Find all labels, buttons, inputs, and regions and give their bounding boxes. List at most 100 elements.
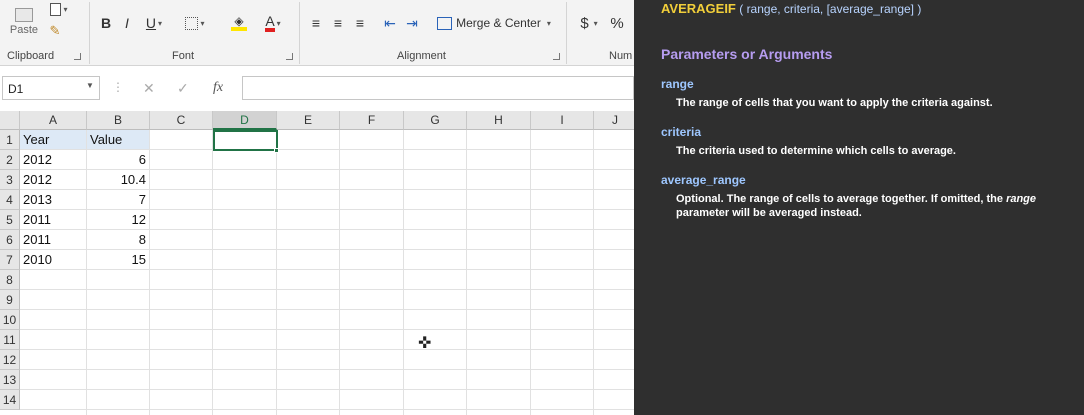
column-header-f[interactable]: F xyxy=(340,111,404,130)
row-header-2[interactable]: 2 xyxy=(0,150,20,170)
cell-b1[interactable]: Value xyxy=(87,130,149,149)
formula-input[interactable] xyxy=(242,76,634,100)
column-header-i[interactable]: I xyxy=(531,111,594,130)
column-header-a[interactable]: A xyxy=(20,111,87,130)
param-name-criteria: criteria xyxy=(661,125,702,139)
column-header-d[interactable]: D xyxy=(213,111,277,130)
align-right-button[interactable]: ≡ xyxy=(350,12,370,34)
row-header-3[interactable]: 3 xyxy=(0,170,20,190)
group-label-number: Num xyxy=(609,50,633,62)
row-header-10[interactable]: 10 xyxy=(0,310,20,330)
align-center-button[interactable]: ≡ xyxy=(328,12,348,34)
font-color-icon: A xyxy=(265,14,275,32)
row-header-14[interactable]: 14 xyxy=(0,390,20,410)
row-header-8[interactable]: 8 xyxy=(0,270,20,290)
column-header-b[interactable]: B xyxy=(87,111,150,130)
cell-b5[interactable]: 12 xyxy=(87,210,149,229)
column-header-h[interactable]: H xyxy=(467,111,531,130)
gridline xyxy=(593,130,594,415)
group-label-clipboard: Clipboard xyxy=(7,50,55,62)
row-header-4[interactable]: 4 xyxy=(0,190,20,210)
bold-button[interactable]: B xyxy=(97,12,115,34)
column-header-j[interactable]: J xyxy=(594,111,634,130)
align-left-button[interactable]: ≡ xyxy=(306,12,326,34)
gridline xyxy=(403,130,404,415)
selected-cell-d1[interactable] xyxy=(213,130,278,151)
row-header-13[interactable]: 13 xyxy=(0,370,20,390)
cell-b4[interactable]: 7 xyxy=(87,190,149,209)
copy-button[interactable]: ▾ xyxy=(44,0,74,18)
clipboard-launcher[interactable] xyxy=(74,53,81,60)
row-header-9[interactable]: 9 xyxy=(0,290,20,310)
decrease-indent-icon: ⇤ xyxy=(384,14,396,31)
align-center-icon: ≡ xyxy=(333,15,343,31)
group-label-alignment: Alignment xyxy=(397,50,446,62)
excel-window: Paste ▾ ✎ Clipboard B I U ▾ ▾ ◈ A ▾ Font ≡ xyxy=(0,0,634,415)
row-header-7[interactable]: 7 xyxy=(0,250,20,270)
align-left-icon: ≡ xyxy=(311,15,321,31)
cancel-icon[interactable]: ✕ xyxy=(143,80,155,97)
insert-function-icon[interactable]: fx xyxy=(213,80,223,96)
column-header-e[interactable]: E xyxy=(277,111,340,130)
cell-a7[interactable]: 2010 xyxy=(20,250,86,269)
font-launcher[interactable] xyxy=(286,53,293,60)
group-label-font: Font xyxy=(172,50,195,62)
row-header-11[interactable]: 11 xyxy=(0,330,20,350)
gridline xyxy=(20,389,634,390)
paste-button[interactable]: Paste xyxy=(6,0,42,44)
cell-a5[interactable]: 2011 xyxy=(20,210,86,229)
cell-b6[interactable]: 8 xyxy=(87,230,149,249)
font-color-button[interactable]: A ▾ xyxy=(256,12,290,34)
chevron-down-icon[interactable]: ▼ xyxy=(86,81,94,90)
function-arguments: ( range, criteria, [average_range] ) xyxy=(739,2,922,16)
cell-b3[interactable]: 10.4 xyxy=(87,170,149,189)
fill-color-button[interactable]: ◈ xyxy=(222,12,256,34)
divider xyxy=(89,2,90,64)
function-signature: AVERAGEIF ( range, criteria, [average_ra… xyxy=(661,1,921,16)
cell-a3[interactable]: 2012 xyxy=(20,170,86,189)
row-header-5[interactable]: 5 xyxy=(0,210,20,230)
row-header-12[interactable]: 12 xyxy=(0,350,20,370)
divider xyxy=(299,2,300,64)
border-button[interactable]: ▾ xyxy=(178,12,212,34)
row-header-1[interactable]: 1 xyxy=(0,130,20,150)
ribbon: Paste ▾ ✎ Clipboard B I U ▾ ▾ ◈ A ▾ Font ≡ xyxy=(0,0,634,66)
section-title: Parameters or Arguments xyxy=(661,46,833,62)
column-header-c[interactable]: C xyxy=(150,111,213,130)
enter-icon[interactable]: ✓ xyxy=(177,80,189,97)
format-painter-button[interactable]: ✎ xyxy=(44,22,66,40)
gridline xyxy=(20,329,634,330)
gridline xyxy=(530,130,531,415)
cell-a4[interactable]: 2013 xyxy=(20,190,86,209)
row-header-6[interactable]: 6 xyxy=(0,230,20,250)
cell-a6[interactable]: 2011 xyxy=(20,230,86,249)
spreadsheet-grid: ABCDEFGHIJ 1 2 3 4 5 6 7 8 9 10 11 12 13 14 Year Value… xyxy=(0,111,634,415)
gridline xyxy=(20,349,634,350)
percent-button[interactable]: % xyxy=(607,12,627,34)
cell-b2[interactable]: 6 xyxy=(87,150,149,169)
cell-a2[interactable]: 2012 xyxy=(20,150,86,169)
merge-center-button[interactable]: Merge & Center ▾ xyxy=(432,12,556,34)
fill-handle[interactable] xyxy=(274,148,279,153)
border-icon xyxy=(185,16,199,30)
column-header-g[interactable]: G xyxy=(404,111,467,130)
cell-a1[interactable]: Year xyxy=(20,130,86,149)
gridline xyxy=(339,130,340,415)
gridline xyxy=(466,130,467,415)
italic-button[interactable]: I xyxy=(118,12,136,34)
function-help-panel: AVERAGEIF ( range, criteria, [average_ra… xyxy=(634,0,1084,415)
select-all-corner[interactable] xyxy=(0,111,20,130)
alignment-launcher[interactable] xyxy=(553,53,560,60)
fill-color-icon: ◈ xyxy=(234,14,244,28)
param-desc-criteria: The criteria used to determine which cel… xyxy=(676,145,956,157)
param-desc-average-range: Optional. The range of cells to average … xyxy=(676,193,1037,219)
formula-bar: D1 ▼ ⋮ ✕ ✓ fx xyxy=(0,74,634,102)
gridline xyxy=(149,130,150,415)
increase-indent-button[interactable]: ⇥ xyxy=(402,12,422,34)
underline-button[interactable]: U ▾ xyxy=(140,12,168,34)
gridline xyxy=(20,409,634,410)
decrease-indent-button[interactable]: ⇤ xyxy=(380,12,400,34)
align-right-icon: ≡ xyxy=(355,15,365,31)
cell-b7[interactable]: 15 xyxy=(87,250,149,269)
currency-button[interactable]: $ ▾ xyxy=(573,12,605,34)
